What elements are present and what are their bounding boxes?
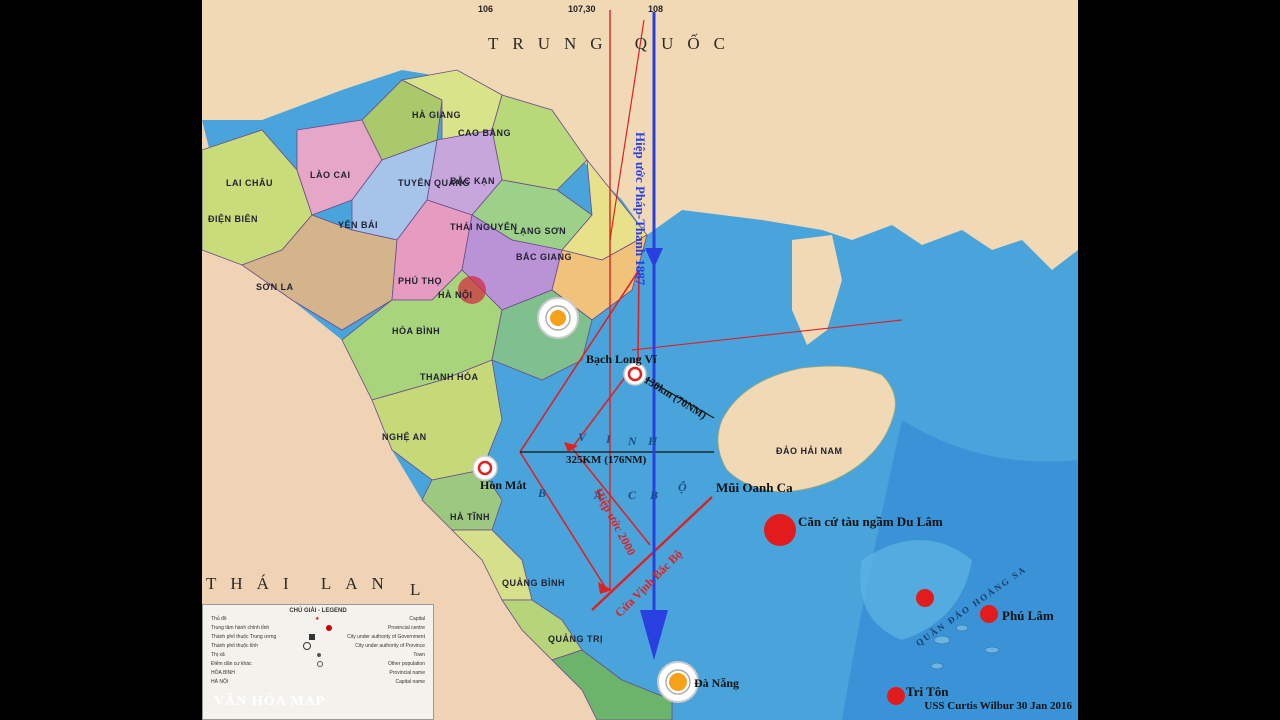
legend-row: Điểm dân cư khác Other population <box>203 659 433 668</box>
legend-row-vi: Thị xã <box>211 651 225 658</box>
province-label: HÀ GIANG <box>412 110 461 120</box>
province-label: LAI CHÂU <box>226 178 273 188</box>
bach-long-vi-label: Bạch Long Vĩ <box>586 352 657 366</box>
gulf-letter: V <box>578 430 591 444</box>
mui-oanh-ca-label: Mũi Oanh Ca <box>716 480 793 495</box>
gulf-letter: C <box>628 488 641 502</box>
province-label: LÀO CAI <box>310 170 351 180</box>
country-label-china: TRUNG QUỐC <box>488 34 739 53</box>
du-lam-label: Căn cứ tàu ngầm Du Lâm <box>798 514 943 529</box>
province-label: ĐIỆN BIÊN <box>208 214 259 224</box>
province-label: SƠN LA <box>256 282 294 292</box>
legend-row-vi: Thủ đô <box>211 615 227 622</box>
gulf-letter: H <box>648 434 662 448</box>
marker-tri-ton <box>887 687 905 705</box>
tick-108: 108 <box>648 4 664 14</box>
legend-row-vi: HÒA BÌNH <box>211 669 235 676</box>
province-label: QUẢNG BÌNH <box>502 578 565 588</box>
gulf-letter: B <box>650 488 663 502</box>
province-label: YÊN BÁI <box>338 220 379 230</box>
legend-row-vi: Thành phố thuộc tỉnh <box>211 642 258 649</box>
da-nang-label: Đà Nẵng <box>694 676 740 690</box>
province-label: CAO BẰNG <box>458 128 511 138</box>
marker-hon-mat <box>472 455 498 481</box>
country-label-thailand: THÁI LAN <box>206 574 398 593</box>
legend-row-en: Town <box>413 651 425 658</box>
legend-row: Thủ đô ★ Capital <box>211 615 425 622</box>
watermark: VĂN HÓA MAP <box>214 694 326 709</box>
marker-da-nang <box>657 661 699 703</box>
province-label: PHÚ THỌ <box>398 276 442 286</box>
gulf-letter: B <box>538 486 551 500</box>
legend-row-en: Capital name <box>395 678 425 685</box>
legend-row-en: Provincial centre <box>388 624 425 631</box>
gulf-letter: Ộ <box>678 480 691 494</box>
country-label-laos: L <box>410 580 435 599</box>
province-label: THANH HÓA <box>420 372 479 382</box>
distance-325-label: 325KM (176NM) <box>566 454 647 466</box>
legend-row-vi: Trung tâm hành chính tỉnh <box>211 624 270 631</box>
tri-ton-label: Tri Tôn <box>906 684 949 699</box>
phu-lam-label: Phú Lâm <box>1002 608 1054 623</box>
legend-row: Thành phố thuộc Trung ương City under aut… <box>203 632 433 641</box>
tick-107-30: 107,30 <box>568 4 596 14</box>
credit-text: USS Curtis Wilbur 30 Jan 2016 <box>924 700 1072 712</box>
legend-row: Thành phố thuộc tỉnh City under authority… <box>203 641 433 650</box>
legend-row: HÒA BÌNH Provincial name <box>203 668 433 677</box>
marker-phu-lam <box>980 605 998 623</box>
province-label: HÀ NỘI <box>438 290 473 300</box>
province-label: HÒA BÌNH <box>392 326 441 336</box>
legend-row: Thị xã Town <box>203 650 433 659</box>
province-label: ĐẢO HẢI NAM <box>776 446 843 456</box>
province-label: NGHỆ AN <box>382 432 427 442</box>
map-frame: 106 107,30 108 TRUNG QUỐC THÁI LAN L LAI… <box>202 0 1078 720</box>
legend-title: CHÚ GIẢI - LEGEND <box>289 608 347 614</box>
treaty-1887-label: Hiệp ước Pháp-Thanh 1887 <box>633 132 648 286</box>
province-label: THÁI NGUYÊN <box>450 222 518 232</box>
legend-row-en: City under authority of Province <box>355 642 425 649</box>
province-label: BẮC GIANG <box>516 252 572 262</box>
legend-row-vi: Điểm dân cư khác <box>211 660 252 667</box>
legend-row: HÀ NỘI Capital name <box>203 677 433 686</box>
legend-row-vi: Thành phố thuộc Trung ương <box>211 633 277 640</box>
province-label: HÀ TĨNH <box>450 512 490 522</box>
legend-row: Trung tâm hành chính tỉnh Provincial cent… <box>203 623 433 632</box>
province-label: LẠNG SƠN <box>514 226 567 236</box>
legend-row-en: Provincial name <box>389 669 425 676</box>
marker-paracel-1 <box>916 589 934 607</box>
marker-haiphong <box>537 297 579 339</box>
tick-106: 106 <box>478 4 494 14</box>
marker-du-lam <box>764 514 796 546</box>
legend-row-en: Other population <box>388 660 425 667</box>
gulf-letter: N <box>628 434 641 448</box>
province-label: QUẢNG TRỊ <box>548 634 603 644</box>
province-label: BẮC KẠN <box>450 176 495 186</box>
hon-mat-label: Hòn Mắt <box>480 478 527 492</box>
gulf-letter: I <box>606 432 615 446</box>
legend-row-en: Capital <box>409 615 425 622</box>
legend-row-vi: HÀ NỘI <box>211 678 229 685</box>
legend-row-en: City under authority of Government <box>347 633 425 640</box>
